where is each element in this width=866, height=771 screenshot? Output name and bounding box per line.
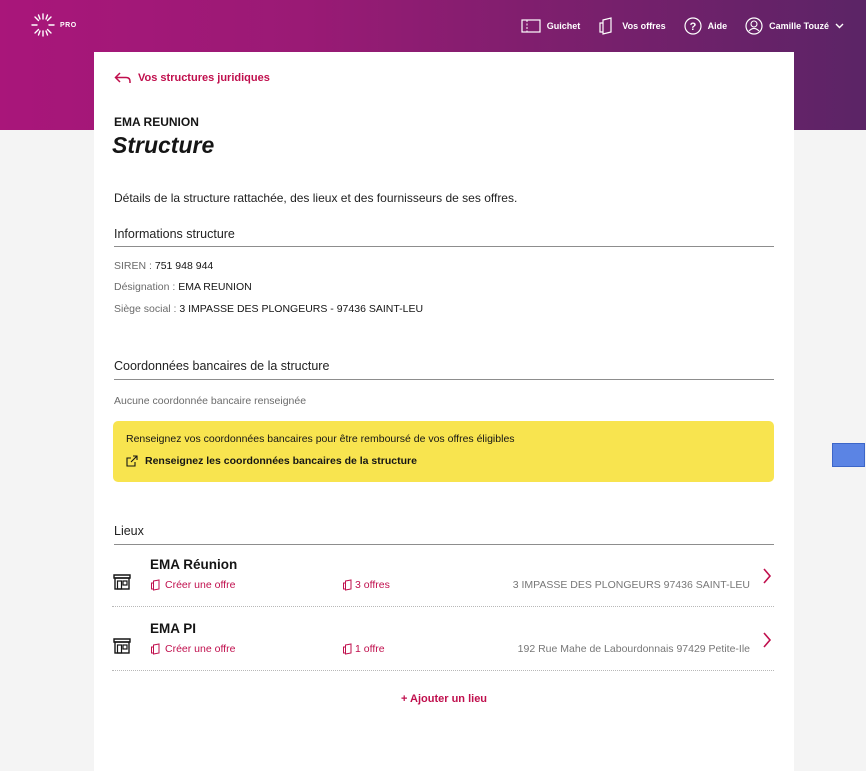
offers-icon bbox=[599, 17, 612, 35]
offer-ticket-icon bbox=[343, 579, 352, 591]
bank-details-link[interactable]: Renseignez les coordonnées bancaires de … bbox=[126, 455, 417, 467]
bank-empty-text: Aucune coordonnée bancaire renseignée bbox=[114, 395, 307, 407]
add-venue-button[interactable]: + Ajouter un lieu bbox=[94, 693, 794, 705]
back-link-label: Vos structures juridiques bbox=[138, 72, 270, 84]
row-divider bbox=[112, 670, 774, 671]
nav-aide[interactable]: ? Aide bbox=[684, 17, 728, 35]
offer-ticket-icon bbox=[151, 579, 160, 591]
venue-offers-link[interactable]: 3 offres bbox=[342, 579, 390, 591]
siege-row: Siège social : 3 IMPASSE DES PLONGEURS -… bbox=[114, 303, 423, 315]
chevron-down-icon bbox=[835, 23, 844, 29]
pass-culture-pro-logo[interactable]: PRO bbox=[30, 12, 77, 38]
siege-value: 3 IMPASSE DES PLONGEURS - 97436 SAINT-LE… bbox=[179, 303, 424, 315]
create-offer-label: Créer une offre bbox=[165, 579, 236, 591]
bank-details-link-label: Renseignez les coordonnées bancaires de … bbox=[145, 455, 417, 467]
venues-section-title: Lieux bbox=[114, 524, 144, 538]
siren-row: SIREN : 751 948 944 bbox=[114, 260, 213, 272]
nav-vos-offres[interactable]: Vos offres bbox=[598, 17, 666, 35]
offer-ticket-icon bbox=[151, 643, 160, 655]
venue-offers-link[interactable]: 1 offre bbox=[342, 643, 385, 655]
nav-aide-label: Aide bbox=[707, 21, 728, 31]
main-card: Vos structures juridiques EMA REUNION St… bbox=[94, 52, 794, 771]
designation-row: Désignation : EMA REUNION bbox=[114, 281, 252, 293]
venue-offers-count: 3 offres bbox=[355, 579, 390, 591]
main-nav: Guichet Vos offres ? Aide Camille Touzé bbox=[521, 0, 844, 52]
page-description: Détails de la structure rattachée, des l… bbox=[114, 191, 518, 205]
nav-vos-offres-label: Vos offres bbox=[622, 21, 666, 31]
venue-name: EMA Réunion bbox=[150, 557, 238, 572]
sun-logo-icon bbox=[31, 13, 55, 37]
designation-label: Désignation : bbox=[114, 281, 176, 293]
external-link-icon bbox=[126, 455, 138, 467]
designation-value: EMA REUNION bbox=[178, 281, 252, 293]
user-name: Camille Touzé bbox=[769, 21, 829, 31]
nav-user-menu[interactable]: Camille Touzé bbox=[745, 17, 844, 35]
back-link[interactable]: Vos structures juridiques bbox=[114, 72, 270, 84]
svg-text:?: ? bbox=[689, 21, 696, 33]
venue-offers-count: 1 offre bbox=[355, 643, 385, 655]
venue-name: EMA PI bbox=[150, 621, 197, 636]
nav-guichet[interactable]: Guichet bbox=[521, 19, 581, 33]
venue-address: 3 IMPASSE DES PLONGEURS 97436 SAINT-LEU bbox=[512, 579, 750, 591]
page-title: Structure bbox=[112, 132, 215, 158]
offer-ticket-icon bbox=[343, 643, 352, 655]
siren-label: SIREN : bbox=[114, 260, 152, 272]
arrow-back-icon bbox=[114, 72, 131, 83]
venue-row[interactable]: EMA PI Créer une offre 1 offre 192 Rue M… bbox=[112, 621, 774, 673]
chevron-right-icon[interactable] bbox=[762, 631, 772, 649]
create-offer-link[interactable]: Créer une offre bbox=[150, 579, 235, 591]
bank-section-title: Coordonnées bancaires de la structure bbox=[114, 359, 330, 373]
divider bbox=[114, 379, 774, 380]
create-offer-label: Créer une offre bbox=[165, 643, 236, 655]
row-divider bbox=[112, 606, 774, 607]
venue-building-icon bbox=[113, 638, 131, 654]
divider bbox=[114, 246, 774, 247]
nav-guichet-label: Guichet bbox=[546, 21, 581, 31]
venue-building-icon bbox=[113, 574, 131, 590]
siren-value: 751 948 944 bbox=[154, 260, 214, 272]
bank-callout: Renseignez vos coordonnées bancaires pou… bbox=[113, 421, 774, 482]
ticket-icon bbox=[521, 19, 541, 33]
create-offer-link[interactable]: Créer une offre bbox=[150, 643, 235, 655]
info-section-title: Informations structure bbox=[114, 227, 235, 241]
logo-text: PRO bbox=[60, 21, 77, 29]
chevron-right-icon[interactable] bbox=[762, 567, 772, 585]
user-icon bbox=[745, 17, 763, 35]
floating-widget[interactable] bbox=[832, 443, 865, 467]
structure-name: EMA REUNION bbox=[114, 115, 199, 129]
venue-address: 192 Rue Mahe de Labourdonnais 97429 Peti… bbox=[517, 643, 750, 655]
top-header: PRO Guichet Vos offres ? Aide Camille To… bbox=[0, 0, 866, 52]
siege-label: Siège social : bbox=[114, 303, 177, 315]
bank-callout-text: Renseignez vos coordonnées bancaires pou… bbox=[126, 433, 515, 445]
venue-row[interactable]: EMA Réunion Créer une offre 3 offres 3 I… bbox=[112, 557, 774, 609]
divider bbox=[114, 544, 774, 545]
help-icon: ? bbox=[684, 17, 702, 35]
